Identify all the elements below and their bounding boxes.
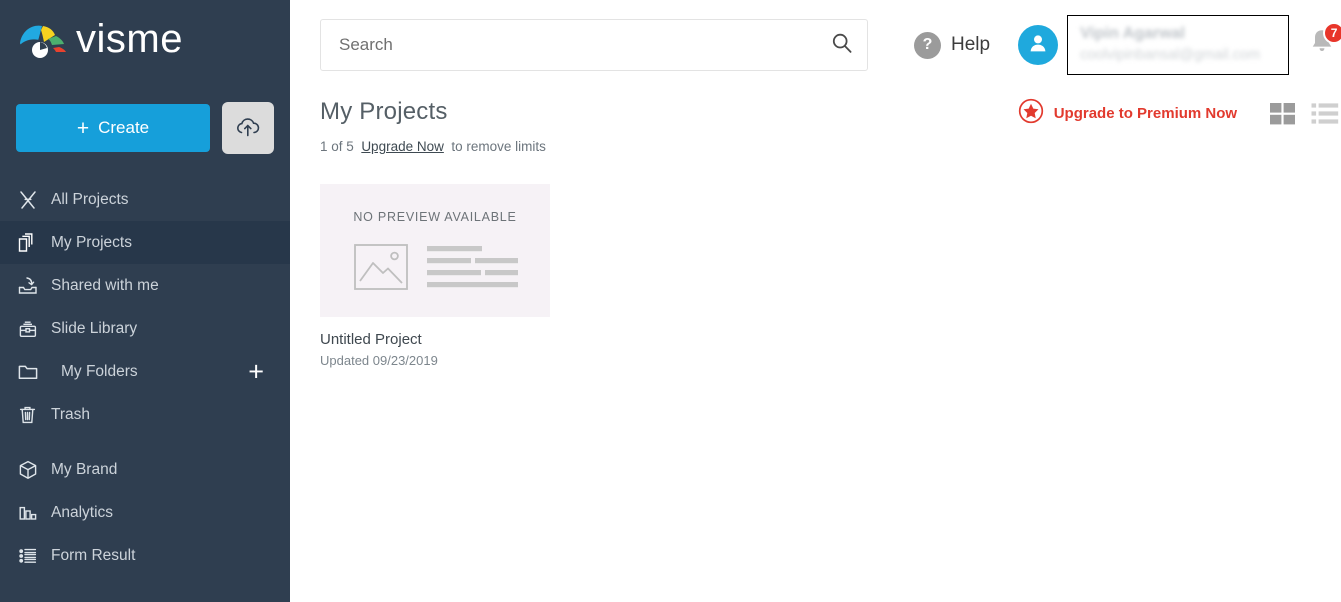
sidebar-item-my-projects[interactable]: My Projects (0, 221, 290, 264)
upgrade-now-link[interactable]: Upgrade Now (361, 139, 444, 154)
upgrade-premium-button[interactable]: Upgrade to Premium Now (1018, 98, 1237, 129)
sidebar-item-all-projects[interactable]: All Projects (0, 178, 290, 221)
project-updated-date: Updated 09/23/2019 (320, 353, 438, 368)
top-header: ? Help Vipin Agarwal coolvipinbansal@gma… (290, 0, 1341, 90)
help-button[interactable]: ? Help (914, 31, 991, 59)
grid-view-icon[interactable] (1269, 101, 1297, 127)
sidebar-actions: + Create (0, 102, 290, 154)
brand-logo[interactable]: visme (0, 0, 290, 78)
visme-chameleon-icon (16, 17, 70, 61)
user-email: coolvipinbansal@gmail.com (1080, 46, 1261, 63)
upload-button[interactable] (222, 102, 274, 154)
sidebar-item-slide-library[interactable]: Slide Library (0, 307, 290, 350)
list-view-icon[interactable] (1311, 101, 1339, 127)
search-container (320, 19, 868, 71)
star-badge-icon (1018, 98, 1044, 129)
copy-pages-icon (17, 232, 47, 254)
cloud-upload-icon (235, 116, 261, 141)
sidebar-item-trash[interactable]: Trash (0, 393, 290, 436)
no-preview-label: NO PREVIEW AVAILABLE (353, 210, 517, 224)
sidebar-item-my-brand[interactable]: My Brand (0, 448, 290, 491)
section-header: My Projects Upgrade to Premium Now (290, 90, 1341, 126)
search-input[interactable] (320, 19, 868, 71)
search-button[interactable] (830, 32, 854, 59)
user-icon (1026, 31, 1050, 60)
text-lines-placeholder-icon (426, 244, 518, 295)
sidebar-item-label: Slide Library (51, 319, 138, 337)
bell-icon (1307, 30, 1337, 61)
search-icon (830, 32, 854, 59)
trash-icon (17, 404, 47, 426)
cube-icon (17, 459, 47, 481)
upgrade-premium-label: Upgrade to Premium Now (1053, 105, 1238, 122)
question-mark-icon: ? (914, 31, 941, 59)
sidebar-item-label: Shared with me (51, 276, 159, 294)
user-name: Vipin Agarwal (1080, 25, 1185, 42)
bar-chart-icon (17, 502, 47, 524)
crossed-tools-icon (17, 189, 47, 211)
user-account-box[interactable]: Vipin Agarwal coolvipinbansal@gmail.com (1067, 15, 1290, 75)
app-root: visme + Create All Projects My Projects … (0, 0, 1341, 602)
sidebar-item-label: Analytics (51, 503, 114, 521)
limit-suffix: to remove limits (451, 139, 546, 154)
sidebar-item-label: All Projects (51, 190, 129, 208)
create-button[interactable]: + Create (16, 104, 210, 152)
list-results-icon (17, 545, 47, 567)
sidebar-item-label: Form Result (51, 546, 136, 564)
briefcase-icon (17, 318, 47, 340)
sidebar-item-shared-with-me[interactable]: Shared with me (0, 264, 290, 307)
sidebar-item-analytics[interactable]: Analytics (0, 491, 290, 534)
add-folder-button[interactable]: + (248, 358, 264, 385)
folder-icon (17, 362, 47, 382)
sidebar-nav: All Projects My Projects Shared with me … (0, 178, 290, 577)
sidebar-item-my-folders[interactable]: My Folders + (0, 350, 290, 393)
brand-name: visme (76, 17, 183, 61)
notification-badge: 7 (1323, 22, 1341, 44)
help-label: Help (951, 34, 991, 55)
main-content: ? Help Vipin Agarwal coolvipinbansal@gma… (290, 0, 1341, 602)
project-card[interactable]: NO PREVIEW AVAILABLE Untitled Project Up… (320, 184, 550, 368)
notifications-button[interactable]: 7 (1307, 22, 1341, 65)
project-count: 1 of 5 (320, 139, 354, 154)
view-toggle-group (1269, 101, 1339, 127)
sidebar-item-label: My Projects (51, 233, 132, 251)
shared-inbox-icon (17, 275, 47, 297)
page-title: My Projects (320, 98, 448, 125)
placeholder-graphic (353, 243, 518, 296)
nav-divider-space (0, 436, 290, 448)
plus-icon: + (76, 116, 90, 140)
image-placeholder-icon (353, 243, 409, 296)
project-grid: NO PREVIEW AVAILABLE Untitled Project Up… (290, 154, 1341, 368)
create-button-label: Create (98, 118, 150, 137)
sidebar-item-label: Trash (51, 405, 91, 423)
sidebar-item-label: My Brand (51, 460, 118, 478)
sidebar-item-form-result[interactable]: Form Result (0, 534, 290, 577)
section-header-actions: Upgrade to Premium Now (1018, 98, 1339, 129)
project-thumbnail[interactable]: NO PREVIEW AVAILABLE (320, 184, 550, 317)
sidebar-item-label: My Folders (61, 362, 138, 380)
sidebar: visme + Create All Projects My Projects … (0, 0, 290, 602)
project-limit-line: 1 of 5 Upgrade Now to remove limits (290, 126, 1341, 154)
project-name: Untitled Project (320, 331, 422, 348)
avatar[interactable] (1018, 25, 1059, 65)
